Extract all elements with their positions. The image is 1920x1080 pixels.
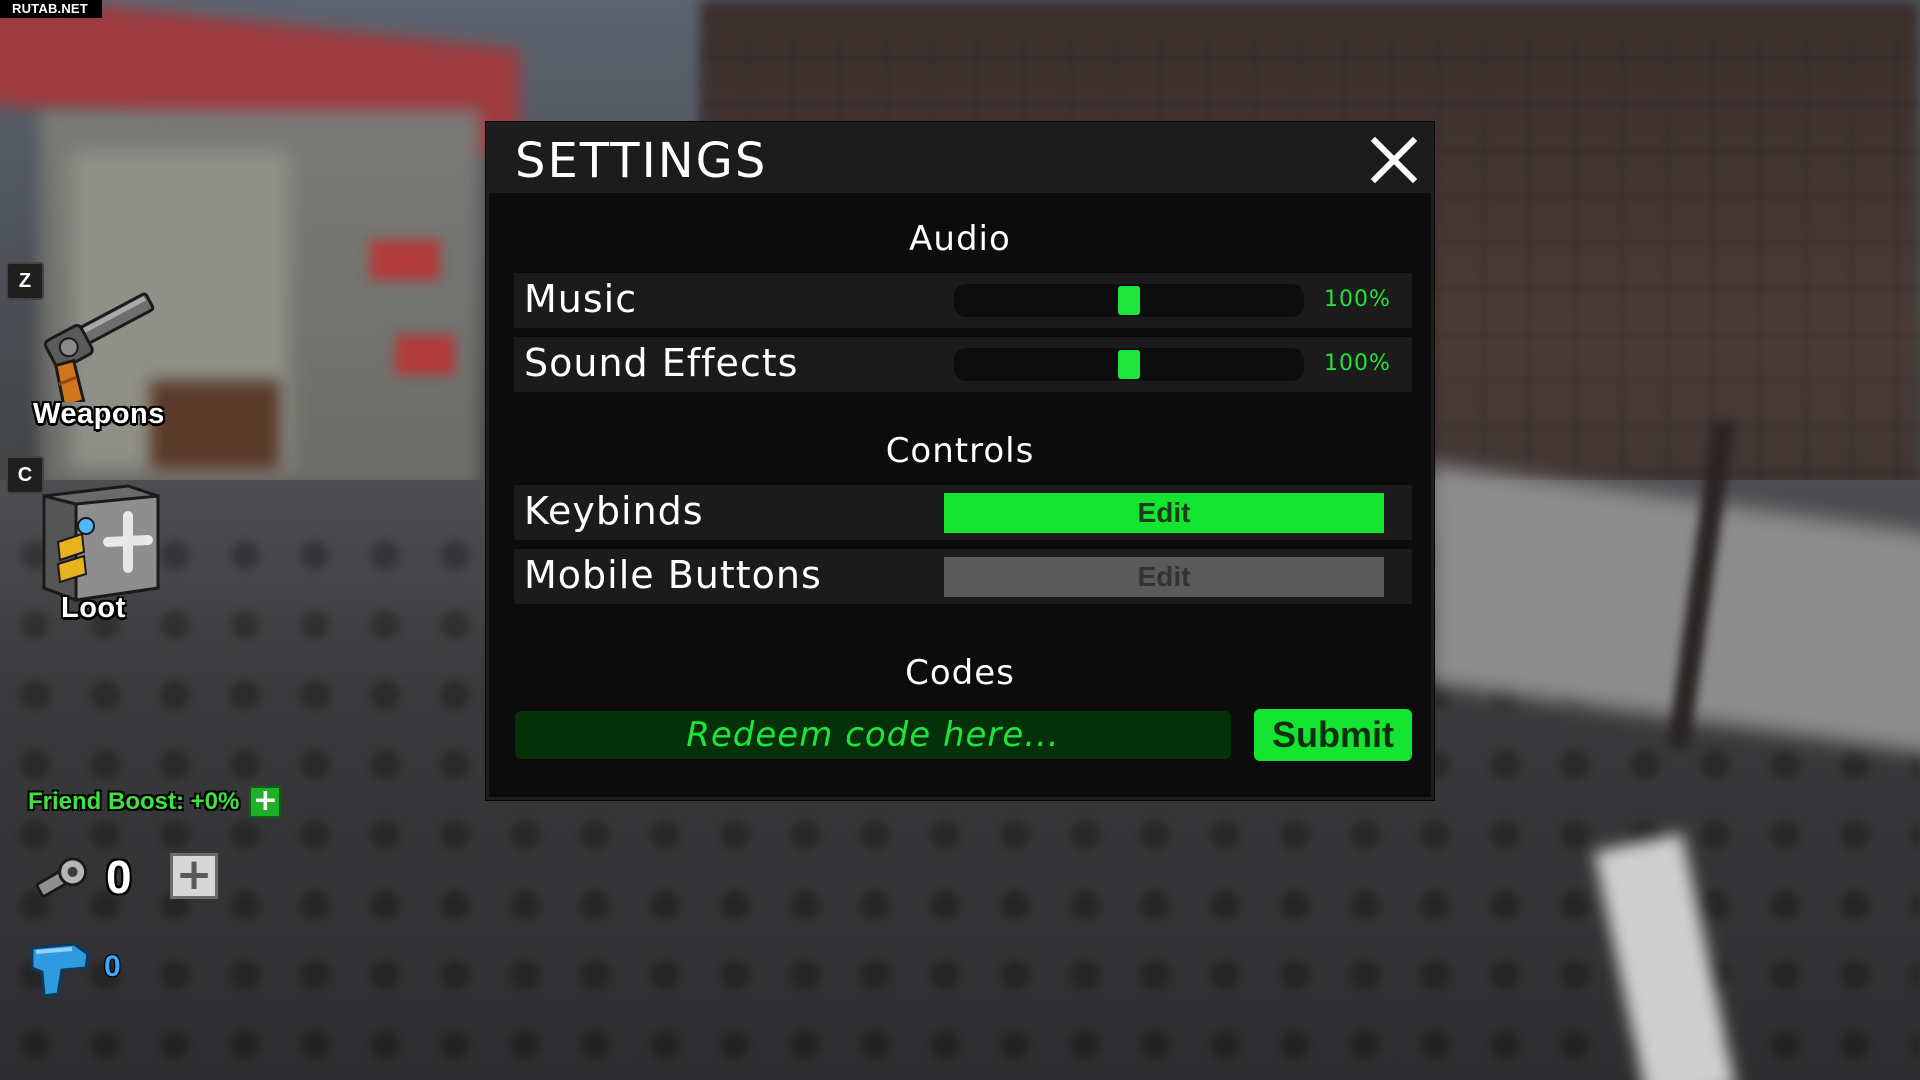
keybinds-edit-button[interactable]: Edit — [944, 493, 1384, 533]
music-label: Music — [524, 277, 638, 321]
codes-heading: Codes — [905, 653, 1015, 693]
music-slider[interactable] — [954, 284, 1304, 317]
background-red-sign — [370, 240, 440, 280]
game-scene: RUTAB.NET Z Weapons C Loot Friend Boost:… — [0, 0, 1920, 1080]
sound-effects-label: Sound Effects — [524, 341, 799, 385]
weapons-label: Weapons — [33, 398, 165, 430]
mobile-buttons-label: Mobile Buttons — [524, 553, 822, 597]
loot-label: Loot — [61, 592, 126, 624]
gems-count: 0 — [104, 950, 121, 983]
music-value: 100% — [1324, 287, 1391, 312]
wrench-icon — [30, 850, 90, 906]
audio-heading: Audio — [909, 219, 1011, 259]
music-row: Music 100% — [514, 273, 1412, 328]
sound-effects-slider[interactable] — [954, 348, 1304, 381]
blue-gun-icon — [28, 938, 94, 1000]
friend-boost-plus-button[interactable]: + — [249, 786, 282, 818]
keybinds-row: Keybinds Edit — [514, 485, 1412, 540]
settings-panel: SETTINGS Audio Music 100% Sound Effects … — [486, 122, 1434, 800]
mobile-buttons-row: Mobile Buttons Edit — [514, 549, 1412, 604]
mobile-buttons-edit-button[interactable]: Edit — [944, 557, 1384, 597]
background-red-sign — [395, 335, 455, 375]
settings-header: SETTINGS — [489, 125, 1431, 193]
friend-boost-text: Friend Boost: +0% — [28, 788, 240, 815]
revolver-icon[interactable] — [28, 282, 173, 409]
submit-code-button[interactable]: Submit — [1254, 709, 1412, 761]
watermark: RUTAB.NET — [0, 0, 102, 18]
music-slider-knob[interactable] — [1118, 286, 1140, 315]
friend-boost: Friend Boost: +0% + — [28, 786, 282, 818]
sound-effects-slider-knob[interactable] — [1118, 350, 1140, 379]
settings-title: SETTINGS — [515, 133, 768, 189]
close-icon — [1370, 136, 1418, 184]
keybinds-label: Keybinds — [524, 489, 704, 533]
close-button[interactable] — [1367, 133, 1421, 187]
safe-icon[interactable] — [36, 482, 162, 603]
redeem-code-input[interactable] — [515, 711, 1231, 759]
add-tickets-button[interactable]: + — [170, 853, 218, 899]
ticket-count: 0 — [106, 851, 132, 903]
sound-effects-row: Sound Effects 100% — [514, 337, 1412, 392]
sound-effects-value: 100% — [1324, 351, 1391, 376]
controls-heading: Controls — [885, 431, 1035, 471]
